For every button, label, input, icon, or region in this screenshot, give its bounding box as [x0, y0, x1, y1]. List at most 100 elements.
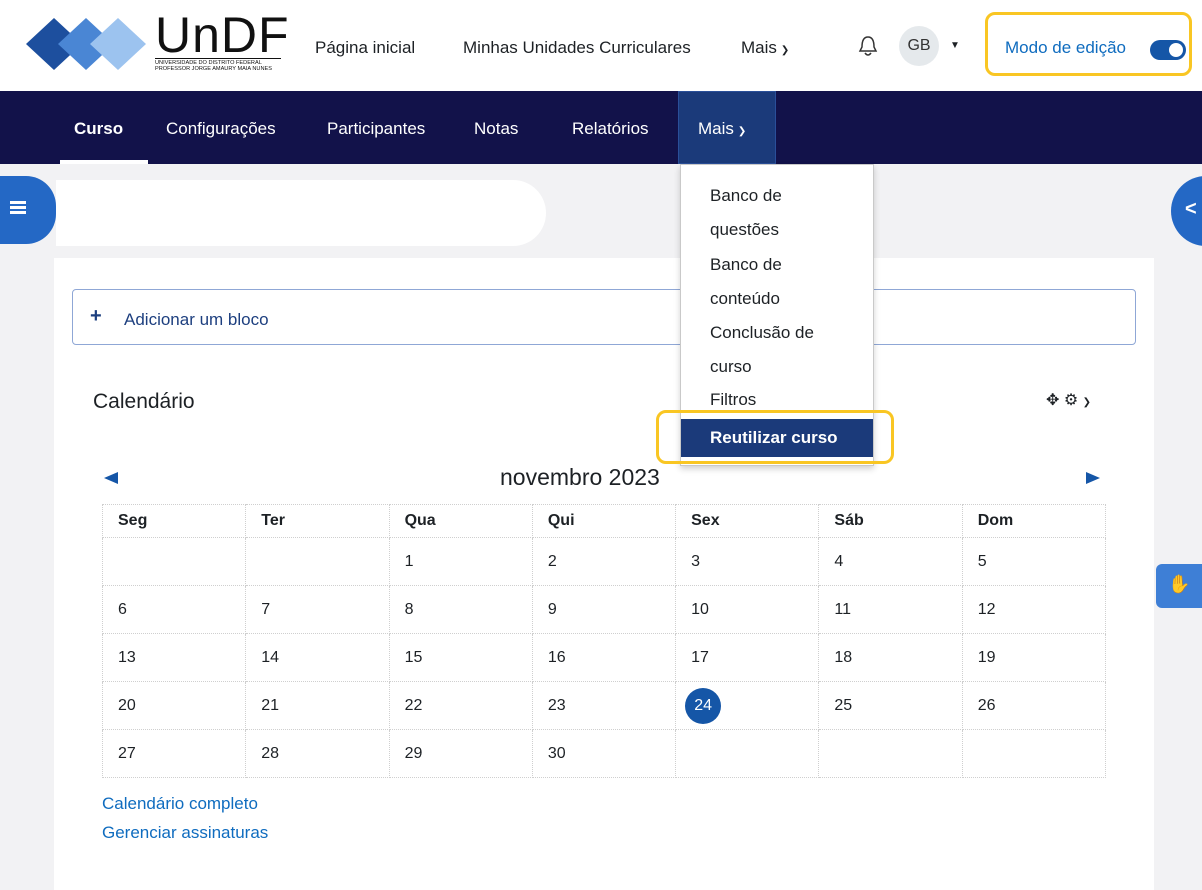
calendar-day-cell[interactable]: 29: [388, 729, 533, 778]
calendar-day-cell[interactable]: 26: [961, 681, 1107, 730]
course-index-toggle[interactable]: [0, 176, 56, 244]
tab-configuracoes[interactable]: Configurações: [166, 119, 276, 139]
calendar-week-row: 27 28 29 30: [101, 729, 1107, 778]
calendar-day-cell[interactable]: 16: [531, 633, 677, 682]
day-number: 5: [977, 552, 987, 570]
day-number: 21: [261, 696, 280, 714]
calendar-day-cell[interactable]: 20: [101, 681, 247, 730]
calendar-day-cell[interactable]: 11: [818, 585, 963, 634]
calendar-day-cell[interactable]: 19: [961, 633, 1107, 682]
menu-item-content-bank[interactable]: Banco de conteúdo: [710, 248, 850, 316]
calendar-day-cell[interactable]: 21: [245, 681, 390, 730]
calendar-day-cell[interactable]: 17: [675, 633, 820, 682]
block-drawer-toggle[interactable]: <: [1171, 176, 1202, 246]
course-header-strip: [56, 180, 546, 246]
nav-my-courses-link[interactable]: Minhas Unidades Curriculares: [463, 38, 691, 58]
calendar-day-cell[interactable]: 1: [388, 537, 533, 586]
calendar-day-cell[interactable]: 3: [675, 537, 820, 586]
chevron-down-icon[interactable]: ❯: [1083, 397, 1091, 408]
calendar-month-label: novembro 2023: [500, 464, 660, 490]
calendar-week-row: 6 7 8 9 10 11 12: [101, 585, 1107, 634]
weekday-header-row: Seg Ter Qua Qui Sex Sáb Dom: [101, 504, 1107, 538]
logo-title: UnDF: [155, 7, 290, 63]
day-number: 26: [977, 696, 996, 714]
day-number: 6: [118, 600, 127, 618]
bell-icon[interactable]: [858, 35, 878, 57]
day-number: 7: [261, 600, 271, 618]
prev-month-arrow-icon[interactable]: [104, 472, 118, 484]
user-avatar[interactable]: GB: [899, 26, 939, 66]
calendar-week-row: 1 2 3 4 5: [101, 537, 1107, 586]
move-icon[interactable]: ✥: [1046, 392, 1059, 409]
calendar-day-cell[interactable]: 2: [531, 537, 677, 586]
day-number: 9: [547, 600, 557, 618]
calendar-day-cell: [675, 729, 820, 778]
calendar-day-cell[interactable]: 30: [531, 729, 677, 778]
day-number: 10: [691, 600, 709, 618]
user-menu-chevron-icon[interactable]: ▼: [950, 40, 960, 51]
calendar-day-cell[interactable]: 8: [388, 585, 533, 634]
edit-mode-label: Modo de edição: [1005, 38, 1126, 57]
chevron-left-icon: <: [1185, 198, 1197, 220]
edit-mode-toggle[interactable]: [1150, 40, 1186, 60]
day-number: 13: [118, 648, 136, 666]
weekday-header: Dom: [961, 504, 1107, 538]
calendar-day-cell[interactable]: 12: [961, 585, 1107, 634]
calendar-day-cell[interactable]: 25: [818, 681, 963, 730]
calendar-day-cell[interactable]: 14: [245, 633, 390, 682]
menu-item-question-bank[interactable]: Banco de questões: [710, 179, 850, 247]
calendar-day-cell[interactable]: 13: [101, 633, 247, 682]
active-tab-underline: [60, 160, 148, 164]
hands-icon: ✋: [1168, 574, 1191, 594]
manage-subscriptions-link[interactable]: Gerenciar assinaturas: [102, 823, 268, 843]
day-number: 30: [547, 744, 566, 762]
calendar-day-cell: [818, 729, 963, 778]
calendar-day-cell[interactable]: 28: [245, 729, 390, 778]
logo-diamonds-icon[interactable]: [24, 16, 152, 72]
nav-home-link[interactable]: Página inicial: [315, 38, 415, 58]
calendar-day-cell: [101, 537, 247, 586]
day-number: 14: [261, 648, 280, 666]
next-month-arrow-icon[interactable]: [1086, 472, 1100, 484]
calendar-body: 1 2 3 4 5 6 7 8 9 10 11 12 13 14 15 16 17 18 19 20 21 22 23 24 2…: [101, 537, 1107, 778]
menu-item-course-completion[interactable]: Conclusão de curso: [710, 316, 850, 384]
day-number: 11: [834, 600, 852, 618]
tab-curso[interactable]: Curso: [74, 119, 123, 139]
tab-participantes[interactable]: Participantes: [327, 119, 425, 139]
calendar-day-cell[interactable]: 9: [531, 585, 677, 634]
chevron-down-icon: ❯: [737, 126, 747, 137]
calendar-day-cell[interactable]: 4: [818, 537, 963, 586]
calendar-week-row: 20 21 22 23 24 25 26: [101, 681, 1107, 730]
calendar-day-cell[interactable]: 22: [388, 681, 533, 730]
weekday-header: Seg: [101, 504, 247, 538]
university-logo[interactable]: UnDF UNIVERSIDADE DO DISTRITO FEDERAL PR…: [155, 7, 290, 72]
tab-mais-label: Mais ❯: [698, 119, 746, 139]
calendar-day-cell[interactable]: 18: [818, 633, 963, 682]
calendar-day-cell[interactable]: 5: [961, 537, 1107, 586]
sign-language-button[interactable]: ✋: [1156, 564, 1202, 608]
calendar-title: Calendário: [93, 390, 195, 413]
day-number: 20: [118, 696, 136, 714]
calendar-day-cell[interactable]: 24: [675, 681, 820, 730]
calendar-day-cell[interactable]: 23: [531, 681, 677, 730]
toggle-knob: [1169, 43, 1183, 57]
block-actions[interactable]: ✥ ⚙ ❯: [1046, 390, 1091, 410]
gear-icon[interactable]: ⚙: [1064, 392, 1078, 409]
calendar-day-cell[interactable]: 6: [101, 585, 247, 634]
calendar-day-cell[interactable]: 15: [388, 633, 533, 682]
day-number: 15: [404, 648, 423, 666]
day-number: 25: [834, 696, 853, 714]
add-block-label: Adicionar um bloco: [124, 310, 269, 329]
weekday-header: Qua: [388, 504, 533, 538]
nav-more-menu[interactable]: Mais ❯: [741, 38, 789, 58]
weekday-header: Sáb: [818, 504, 963, 538]
day-number: 2: [547, 552, 557, 570]
tab-relatorios[interactable]: Relatórios: [572, 119, 649, 139]
tab-notas[interactable]: Notas: [474, 119, 518, 139]
calendar-day-cell[interactable]: 10: [675, 585, 820, 634]
calendar-day-cell[interactable]: 27: [101, 729, 247, 778]
day-number: 1: [404, 552, 414, 570]
calendar-day-cell[interactable]: 7: [245, 585, 390, 634]
full-calendar-link[interactable]: Calendário completo: [102, 794, 258, 814]
calendar-day-cell: [245, 537, 390, 586]
